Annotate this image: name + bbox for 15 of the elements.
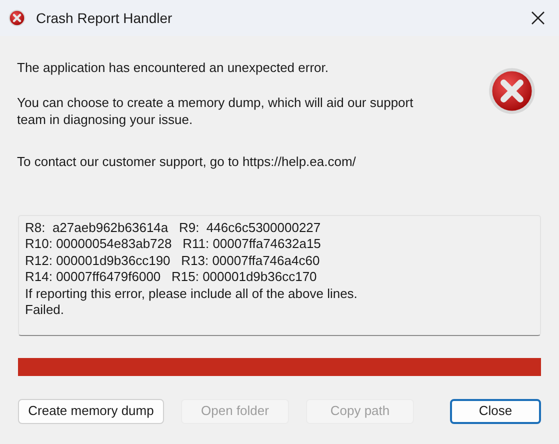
log-box[interactable] [18, 214, 541, 336]
log-line: R12: 000001d9b36cc190 R13: 00007ffa746a4c60 [25, 252, 321, 269]
log-line: Failed. [25, 302, 66, 318]
log-line: If reporting this error, please include all of the above lines. [25, 286, 358, 302]
error-message: The application has encountered an unexpected error. [17, 59, 330, 77]
message-text: To contact our customer support, go to https://help.ea.com/ [17, 152, 357, 170]
message-text: You can choose to create a memory dump, which will aid our support team in diagnosing your issue. [17, 94, 414, 128]
log-line: R14: 00007ff6479f6000 R15: 000001d9b36cc170 [25, 269, 318, 286]
error-icon [487, 66, 537, 116]
log-line: R10: 00000054e83ab728 R11: 00007ffa74632a15 [25, 236, 322, 252]
log-line: R8: a27aeb962b63614a R9: 446c6c5300000227 [25, 220, 322, 236]
window-title: Crash Report Handler [36, 8, 172, 28]
error-icon [8, 9, 26, 27]
close-button[interactable]: Close [450, 398, 541, 424]
dialog-button[interactable]: Create memory dump [18, 398, 164, 424]
